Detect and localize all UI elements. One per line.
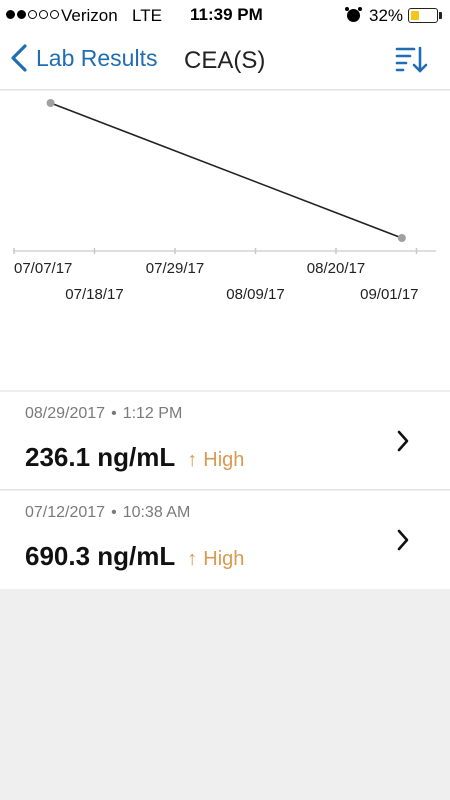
chevron-right-icon	[397, 529, 409, 551]
result-value-line: 236.1 ng/mL ↑ High	[25, 442, 244, 473]
battery-percent: 32%	[369, 6, 404, 25]
signal-dot	[50, 10, 59, 19]
network-type: LTE	[132, 6, 162, 25]
sort-icon	[395, 46, 428, 73]
carrier-name: Verizon	[61, 6, 118, 25]
battery-tip	[439, 12, 442, 19]
x-tick-label: 07/18/17	[65, 286, 123, 303]
signal-dot	[17, 10, 26, 19]
battery-level	[411, 11, 419, 20]
result-row[interactable]: 07/12/2017 • 10:38 AM 690.3 ng/mL ↑ High	[0, 491, 450, 589]
sort-button[interactable]	[394, 45, 428, 75]
signal-dot	[28, 10, 37, 19]
x-tick-label: 09/01/17	[360, 286, 418, 303]
page-title: CEA(S)	[184, 47, 266, 74]
result-time: 10:38 AM	[122, 504, 191, 521]
result-date: 07/12/2017	[25, 504, 106, 521]
chevron-right-icon	[397, 430, 409, 452]
x-tick-label: 08/09/17	[226, 286, 284, 303]
flag-label: High	[203, 548, 245, 570]
result-datetime: 08/29/2017 • 1:12 PM	[25, 405, 183, 422]
result-value: 236.1 ng/mL	[25, 442, 176, 472]
result-value-line: 690.3 ng/mL ↑ High	[25, 541, 244, 572]
battery-icon	[408, 8, 438, 23]
alarm-clock-icon	[345, 7, 362, 22]
high-flag: ↑ High	[187, 449, 244, 472]
screen: Verizon LTE 11:39 PM 32% Lab Results CEA…	[0, 0, 450, 800]
chevron-left-icon	[11, 44, 27, 72]
data-point	[46, 99, 55, 107]
back-button[interactable]: Lab Results	[10, 44, 157, 72]
status-time: 11:39 PM	[190, 5, 263, 24]
result-datetime: 07/12/2017 • 10:38 AM	[25, 504, 191, 521]
result-time: 1:12 PM	[122, 405, 183, 422]
x-tick-label: 07/29/17	[146, 260, 204, 277]
series-line	[50, 102, 403, 239]
result-date: 08/29/2017	[25, 405, 106, 422]
back-label: Lab Results	[36, 44, 158, 71]
x-tick-label: 07/07/17	[14, 260, 72, 277]
status-bar: Verizon LTE 11:39 PM 32%	[0, 0, 450, 30]
result-value: 690.3 ng/mL	[25, 541, 176, 571]
navigation-bar: Lab Results CEA(S)	[0, 30, 450, 90]
trend-chart-svg: 07/07/17 07/18/17 07/29/17 08/09/17 08/20/17…	[13, 99, 436, 303]
signal-strength-icon	[6, 10, 59, 19]
x-tick-label: 08/20/17	[307, 260, 365, 277]
signal-dot	[6, 10, 15, 19]
high-flag: ↑ High	[187, 548, 244, 571]
result-row[interactable]: 08/29/2017 • 1:12 PM 236.1 ng/mL ↑ High	[0, 392, 450, 490]
up-arrow-icon: ↑	[187, 548, 198, 570]
signal-dot	[39, 10, 48, 19]
trend-chart: 07/07/17 07/18/17 07/29/17 08/09/17 08/20/17…	[0, 91, 450, 390]
data-point	[397, 234, 406, 242]
up-arrow-icon: ↑	[187, 449, 198, 471]
flag-label: High	[203, 449, 245, 471]
